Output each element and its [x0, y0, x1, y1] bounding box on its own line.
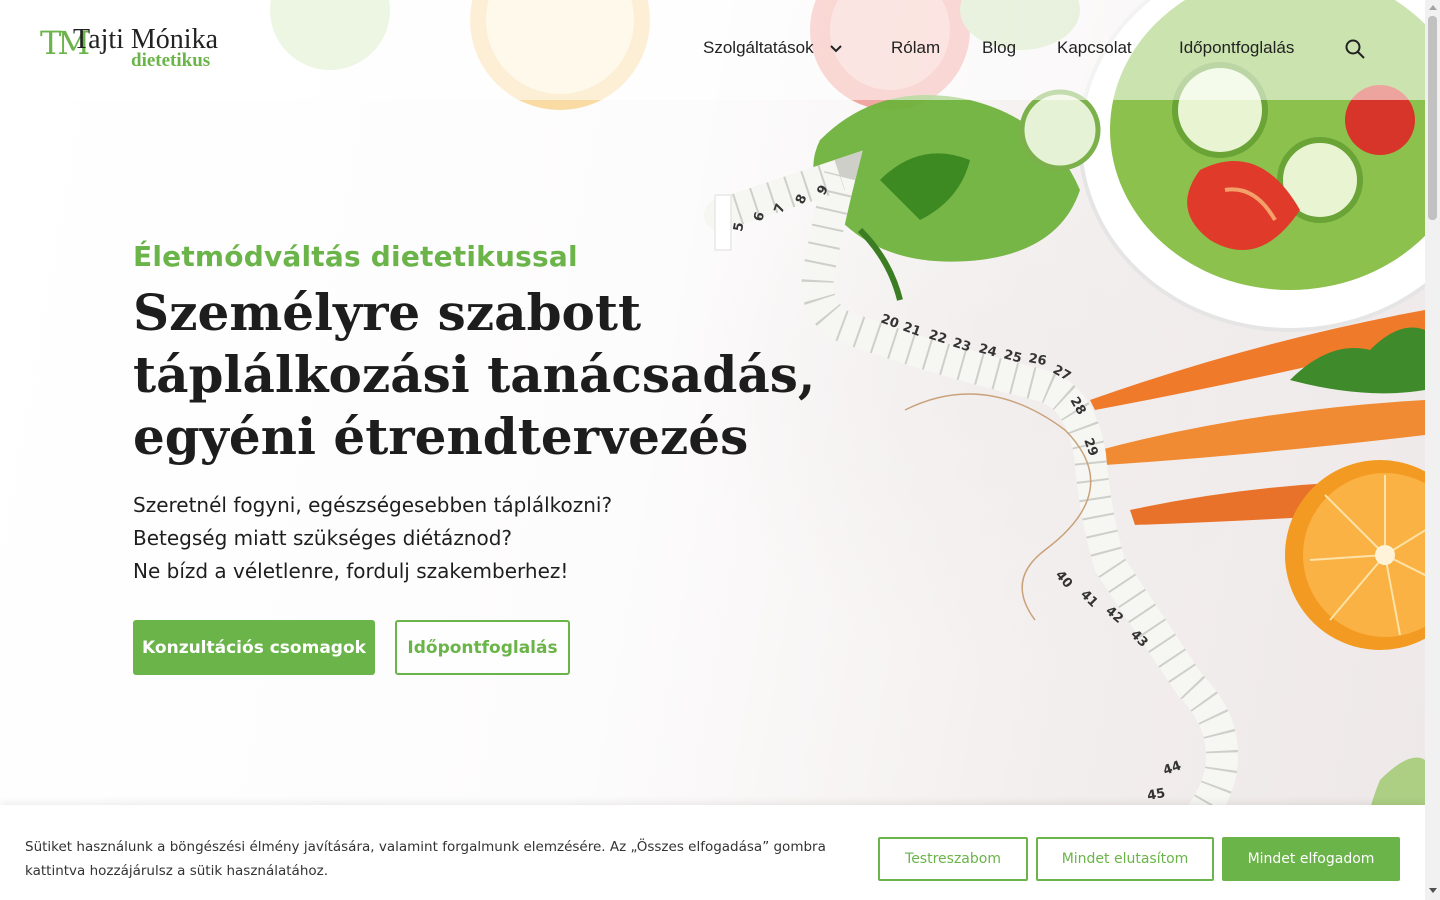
search-icon	[1345, 39, 1365, 59]
main-nav: Szolgáltatások Rólam Blog Kapcsolat Időp…	[0, 38, 1425, 62]
scroll-down-arrow-icon[interactable]	[1429, 888, 1437, 893]
page-scrollbar[interactable]	[1425, 0, 1440, 900]
cookie-reject-button[interactable]: Mindet elutasítom	[1036, 837, 1214, 881]
hero-headline: Személyre szabott táplálkozási tanácsadá…	[133, 282, 816, 468]
cookie-banner: Sütiket használunk a böngészési élmény j…	[0, 805, 1425, 900]
nav-item-about[interactable]: Rólam	[891, 38, 940, 58]
consultation-packages-button[interactable]: Konzultációs csomagok	[133, 620, 375, 675]
lead-line: Szeretnél fogyni, egészségesebben táplál…	[133, 493, 613, 517]
hero-lead: Szeretnél fogyni, egészségesebben táplál…	[133, 489, 612, 588]
nav-item-services[interactable]: Szolgáltatások	[703, 38, 843, 58]
nav-item-booking[interactable]: Időpontfoglalás	[1179, 38, 1294, 58]
nav-item-label: Szolgáltatások	[703, 38, 814, 57]
cookie-text: Sütiket használunk a böngészési élmény j…	[25, 839, 826, 879]
search-button[interactable]	[1345, 39, 1365, 63]
site-header: TM Tajti Mónika dietetikus Szolgáltatáso…	[0, 0, 1425, 100]
nav-item-blog[interactable]: Blog	[982, 38, 1016, 58]
chevron-down-icon	[830, 44, 843, 52]
headline-line: Személyre szabott	[133, 283, 642, 342]
headline-line: táplálkozási tanácsadás,	[133, 345, 816, 404]
book-appointment-button[interactable]: Időpontfoglalás	[395, 620, 570, 675]
nav-item-contact[interactable]: Kapcsolat	[1057, 38, 1132, 58]
lead-line: Ne bízd a véletlenre, fordulj szakemberh…	[133, 559, 569, 583]
lead-line: Betegség miatt szükséges diétáznod?	[133, 526, 513, 550]
cookie-accept-button[interactable]: Mindet elfogadom	[1222, 837, 1400, 881]
hero-eyebrow: Életmódváltás dietetikussal	[133, 240, 578, 273]
scroll-up-arrow-icon[interactable]	[1429, 5, 1437, 10]
cookie-customize-button[interactable]: Testreszabom	[878, 837, 1028, 881]
scroll-thumb[interactable]	[1428, 16, 1437, 220]
headline-line: egyéni étrendtervezés	[133, 407, 749, 466]
